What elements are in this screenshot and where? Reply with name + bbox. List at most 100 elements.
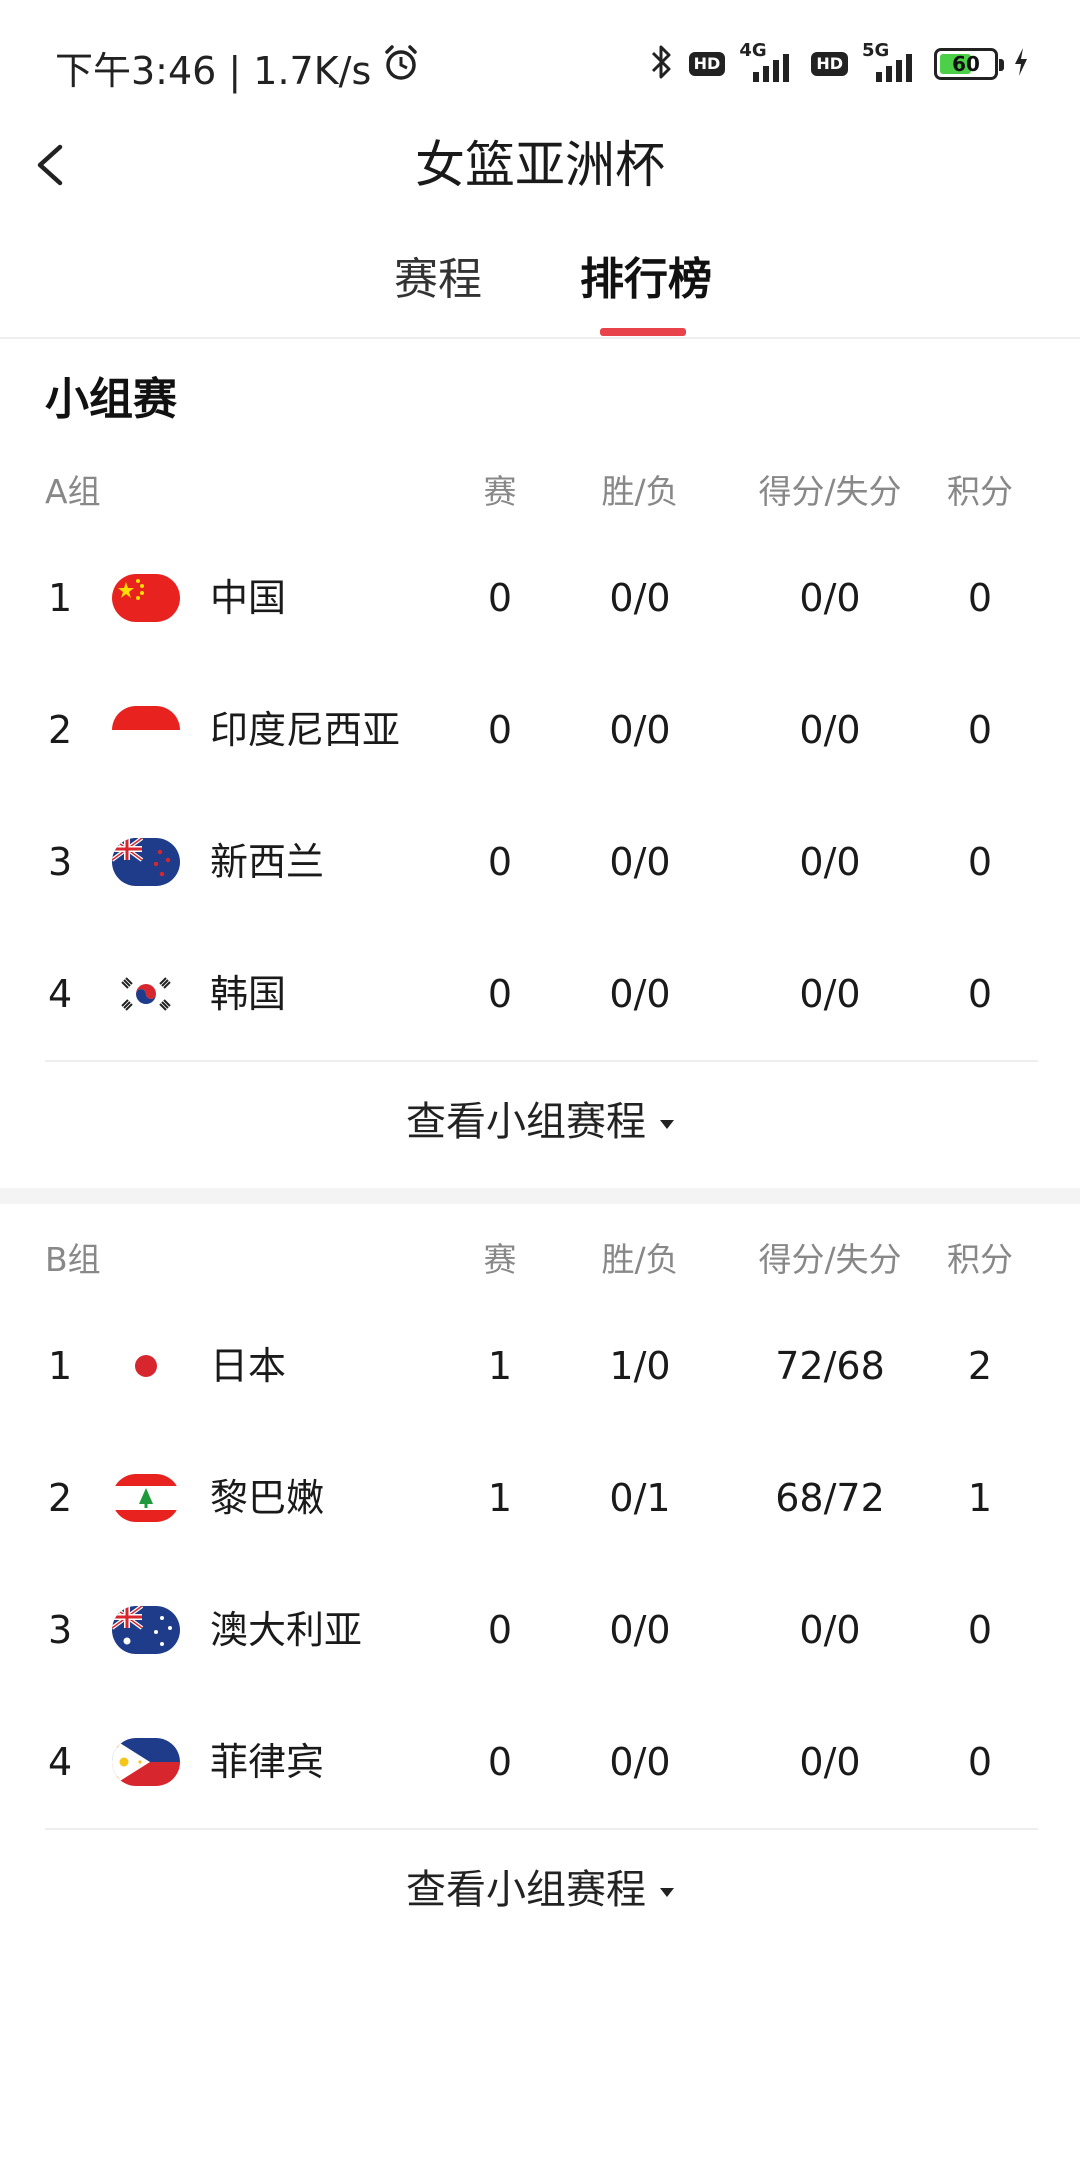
group-name: B组: [45, 1240, 101, 1279]
page-title: 女篮亚洲杯: [415, 136, 665, 194]
alarm-icon: [381, 43, 421, 92]
battery-level: 60: [952, 52, 980, 76]
australia-flag-icon: [112, 1606, 180, 1654]
new-zealand-flag-icon: [112, 838, 180, 886]
table-header: A组 赛 胜/负 得分/失分 积分: [0, 452, 1080, 532]
row-win-loss: 0/0: [609, 972, 671, 1016]
row-rank: 4: [48, 972, 73, 1016]
table-row[interactable]: 3 澳大利亚 0 0/0 0/0 0: [0, 1564, 1080, 1696]
row-team-name: 黎巴嫩: [210, 1476, 325, 1520]
row-score: 0/0: [799, 708, 861, 752]
row-score: 0/0: [799, 576, 861, 620]
row-win-loss: 0/0: [609, 840, 671, 884]
battery-icon: 60: [934, 48, 1004, 80]
row-rank: 3: [48, 1608, 73, 1652]
row-win-loss: 1/0: [609, 1344, 671, 1388]
lebanon-flag-icon: [112, 1474, 180, 1522]
view-group-schedule-label: 查看小组赛程: [406, 1867, 646, 1913]
row-games: 1: [487, 1476, 513, 1520]
view-group-schedule-label: 查看小组赛程: [406, 1099, 646, 1145]
table-row[interactable]: 1 中国 0 0/0 0/0 0: [0, 532, 1080, 664]
tabs-divider: [0, 337, 1080, 339]
group-divider: [45, 1060, 1038, 1062]
caret-down-icon: [660, 1887, 674, 1897]
japan-flag-icon: [112, 1342, 180, 1390]
sim2-hd-badge: HD: [811, 52, 848, 76]
row-score: 0/0: [799, 972, 861, 1016]
charging-icon: [1012, 46, 1030, 82]
col-header-games: 赛: [483, 1240, 517, 1279]
status-left: 下午3:46 | 1.7K/s: [55, 40, 421, 95]
row-win-loss: 0/0: [609, 1608, 671, 1652]
row-games: 0: [487, 708, 513, 752]
row-points: 2: [967, 1344, 993, 1388]
bluetooth-icon: [649, 42, 675, 86]
row-team-name: 新西兰: [210, 840, 325, 884]
row-rank: 2: [48, 708, 73, 752]
row-rank: 4: [48, 1740, 73, 1784]
row-team-name: 韩国: [210, 972, 287, 1016]
row-games: 0: [487, 840, 513, 884]
row-games: 1: [487, 1344, 513, 1388]
section-separator: [0, 1188, 1080, 1204]
row-points: 0: [967, 708, 993, 752]
status-right: HD 4G HD 5G 60: [649, 40, 1030, 86]
table-row[interactable]: 4 菲律宾 0 0/0 0/0 0: [0, 1696, 1080, 1828]
row-win-loss: 0/0: [609, 1740, 671, 1784]
col-header-win-loss: 胜/负: [601, 1240, 679, 1279]
view-group-schedule-button[interactable]: 查看小组赛程: [0, 1835, 1080, 1945]
row-rank: 3: [48, 840, 73, 884]
sim1-hd-badge: HD: [688, 52, 726, 76]
col-header-score: 得分/失分: [758, 1240, 902, 1279]
row-points: 0: [967, 972, 993, 1016]
row-team-name: 印度尼西亚: [210, 708, 401, 752]
group-b-table: B组 赛 胜/负 得分/失分 积分 1 日本 1 1/0 72/68 2 2 黎…: [0, 1220, 1080, 1960]
col-header-win-loss: 胜/负: [601, 472, 679, 511]
group-name: A组: [45, 472, 101, 511]
col-header-points: 积分: [947, 1240, 1013, 1279]
caret-down-icon: [660, 1119, 674, 1129]
row-score: 0/0: [799, 840, 861, 884]
tab-bar: 赛程 排行榜: [0, 245, 1080, 340]
row-points: 0: [967, 576, 993, 620]
tab-standings[interactable]: 排行榜: [580, 245, 712, 315]
row-win-loss: 0/1: [609, 1476, 671, 1520]
col-header-points: 积分: [947, 472, 1013, 511]
table-row[interactable]: 2 印度尼西亚 0 0/0 0/0 0: [0, 664, 1080, 796]
table-row[interactable]: 3 新西兰 0 0/0 0/0 0: [0, 796, 1080, 928]
row-team-name: 日本: [210, 1344, 287, 1388]
row-points: 1: [967, 1476, 993, 1520]
group-a-table: A组 赛 胜/负 得分/失分 积分 1 中国 0 0/0 0/0 0 2 印度尼…: [0, 452, 1080, 1192]
row-score: 0/0: [799, 1608, 861, 1652]
row-score: 72/68: [775, 1344, 885, 1388]
row-points: 0: [967, 840, 993, 884]
row-team-name: 中国: [210, 576, 287, 620]
row-rank: 1: [48, 576, 73, 620]
row-games: 0: [487, 1740, 513, 1784]
group-divider: [45, 1828, 1038, 1830]
status-time-speed: 下午3:46 | 1.7K/s: [55, 49, 372, 93]
view-group-schedule-button[interactable]: 查看小组赛程: [0, 1067, 1080, 1177]
row-points: 0: [967, 1608, 993, 1652]
tab-schedule[interactable]: 赛程: [394, 245, 482, 315]
row-games: 0: [487, 1608, 513, 1652]
sim2-signal-icon: 5G: [862, 40, 920, 82]
col-header-score: 得分/失分: [758, 472, 902, 511]
table-row[interactable]: 2 黎巴嫩 1 0/1 68/72 1: [0, 1432, 1080, 1564]
korea-flag-icon: [112, 970, 180, 1018]
row-team-name: 澳大利亚: [210, 1608, 363, 1652]
row-score: 68/72: [775, 1476, 885, 1520]
row-win-loss: 0/0: [609, 576, 671, 620]
row-win-loss: 0/0: [609, 708, 671, 752]
indonesia-flag-icon: [112, 706, 180, 754]
active-tab-indicator: [600, 328, 686, 336]
row-games: 0: [487, 576, 513, 620]
table-row[interactable]: 4 韩国 0 0/0 0/0 0: [0, 928, 1080, 1060]
col-header-games: 赛: [483, 472, 517, 511]
row-score: 0/0: [799, 1740, 861, 1784]
table-row[interactable]: 1 日本 1 1/0 72/68 2: [0, 1300, 1080, 1432]
row-points: 0: [967, 1740, 993, 1784]
section-title: 小组赛: [45, 374, 177, 425]
row-rank: 1: [48, 1344, 73, 1388]
row-rank: 2: [48, 1476, 73, 1520]
